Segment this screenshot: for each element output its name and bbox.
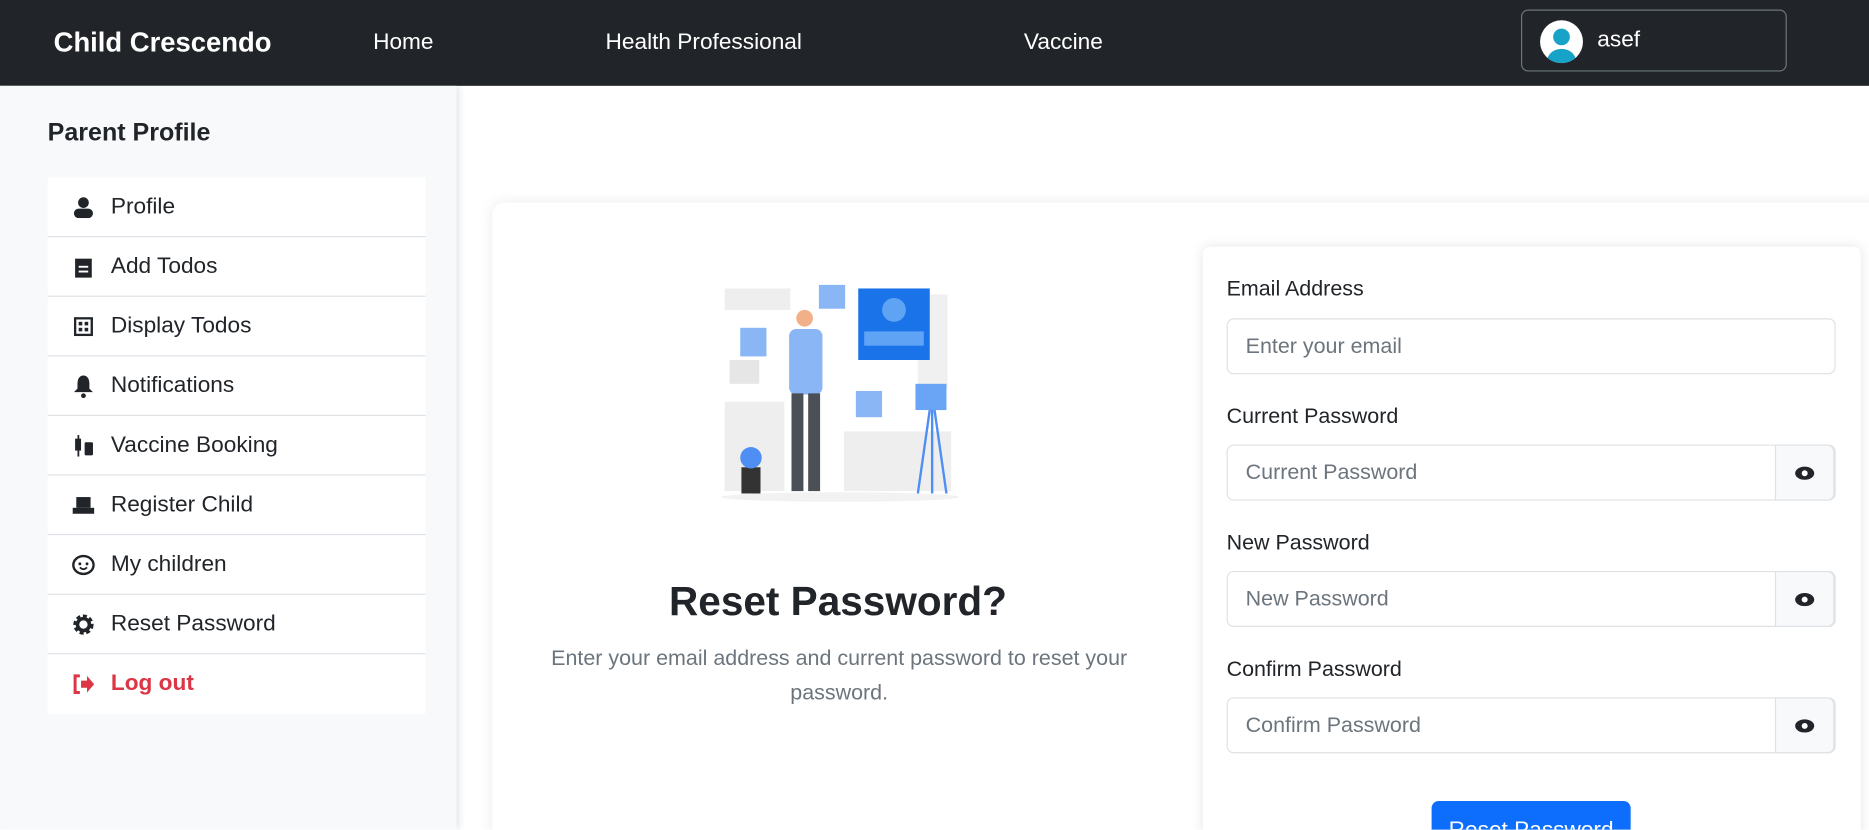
sidebar-item-register-child[interactable]: Register Child [47,476,426,536]
eye-icon[interactable] [1774,444,1835,501]
reset-form: Email Address Enter your email Current P… [1202,246,1861,830]
brand-logo[interactable]: Child Crescendo [54,26,272,58]
user-icon [72,196,96,218]
nav-vaccine[interactable]: Vaccine [1024,30,1103,56]
email-field[interactable]: Enter your email [1226,318,1836,375]
eye-icon[interactable] [1774,570,1835,627]
sidebar-item-label: Register Child [110,491,254,517]
new-password-label: New Password [1226,530,1370,555]
reset-password-illustration [721,284,960,502]
sidebar-item-label: Profile [110,193,176,219]
nav-health-professional[interactable]: Health Professional [606,30,802,56]
sidebar-item-notifications[interactable]: Notifications [47,356,426,417]
confirm-password-label: Confirm Password [1226,656,1402,681]
page-subtitle: Enter your email address and current pas… [551,646,1128,705]
sidebar-item-display-todos[interactable]: Display Todos [47,297,426,357]
baby-face-icon [72,554,96,575]
email-label: Email Address [1226,276,1364,301]
syringe-icon [72,433,96,457]
sidebar-item-reset-password[interactable]: Reset Password [47,595,426,655]
avatar-icon [1540,20,1583,64]
current-password-label: Current Password [1226,404,1399,428]
sidebar-item-my-children[interactable]: My children [47,535,426,595]
sidebar-item-label: Vaccine Booking [110,432,278,458]
sidebar-title: Parent Profile [47,119,211,147]
eye-icon[interactable] [1774,697,1835,754]
sidebar-item-profile[interactable]: Profile [47,178,426,238]
sidebar-menu: Profile Add Todos Display Todos Notifica… [47,177,426,715]
sign-out-icon [72,673,96,695]
sidebar: Parent Profile Profile Add Todos Display… [0,85,457,830]
cash-register-icon [72,495,96,514]
gear-icon [72,612,96,636]
reset-password-button[interactable]: Reset Password [1431,801,1631,830]
sidebar-item-add-todos[interactable]: Add Todos [47,237,426,297]
grid-icon [72,316,96,336]
new-password-field[interactable]: New Password [1226,570,1836,627]
confirm-password-placeholder: Confirm Password [1245,712,1421,737]
sidebar-item-label: Log out [110,671,194,697]
navbar: Child Crescendo Home Health Professional… [0,0,1869,86]
sidebar-item-label: Add Todos [110,253,218,279]
page-title: Reset Password? [669,579,1007,625]
clipboard-icon [72,256,96,278]
current-password-placeholder: Current Password [1245,460,1418,484]
sidebar-item-label: Reset Password [110,610,276,636]
new-password-placeholder: New Password [1245,586,1389,611]
sidebar-item-label: My children [110,551,227,577]
sidebar-item-vaccine-booking[interactable]: Vaccine Booking [47,416,426,476]
nav-home[interactable]: Home [373,30,433,56]
user-name: asef [1597,27,1641,53]
current-password-field[interactable]: Current Password [1226,444,1836,501]
bell-icon [72,374,96,398]
sidebar-item-logout[interactable]: Log out [48,654,426,714]
confirm-password-field[interactable]: Confirm Password [1226,697,1836,754]
sidebar-item-label: Notifications [110,372,235,398]
user-menu-button[interactable]: asef [1520,9,1787,72]
sidebar-item-label: Display Todos [110,312,252,338]
